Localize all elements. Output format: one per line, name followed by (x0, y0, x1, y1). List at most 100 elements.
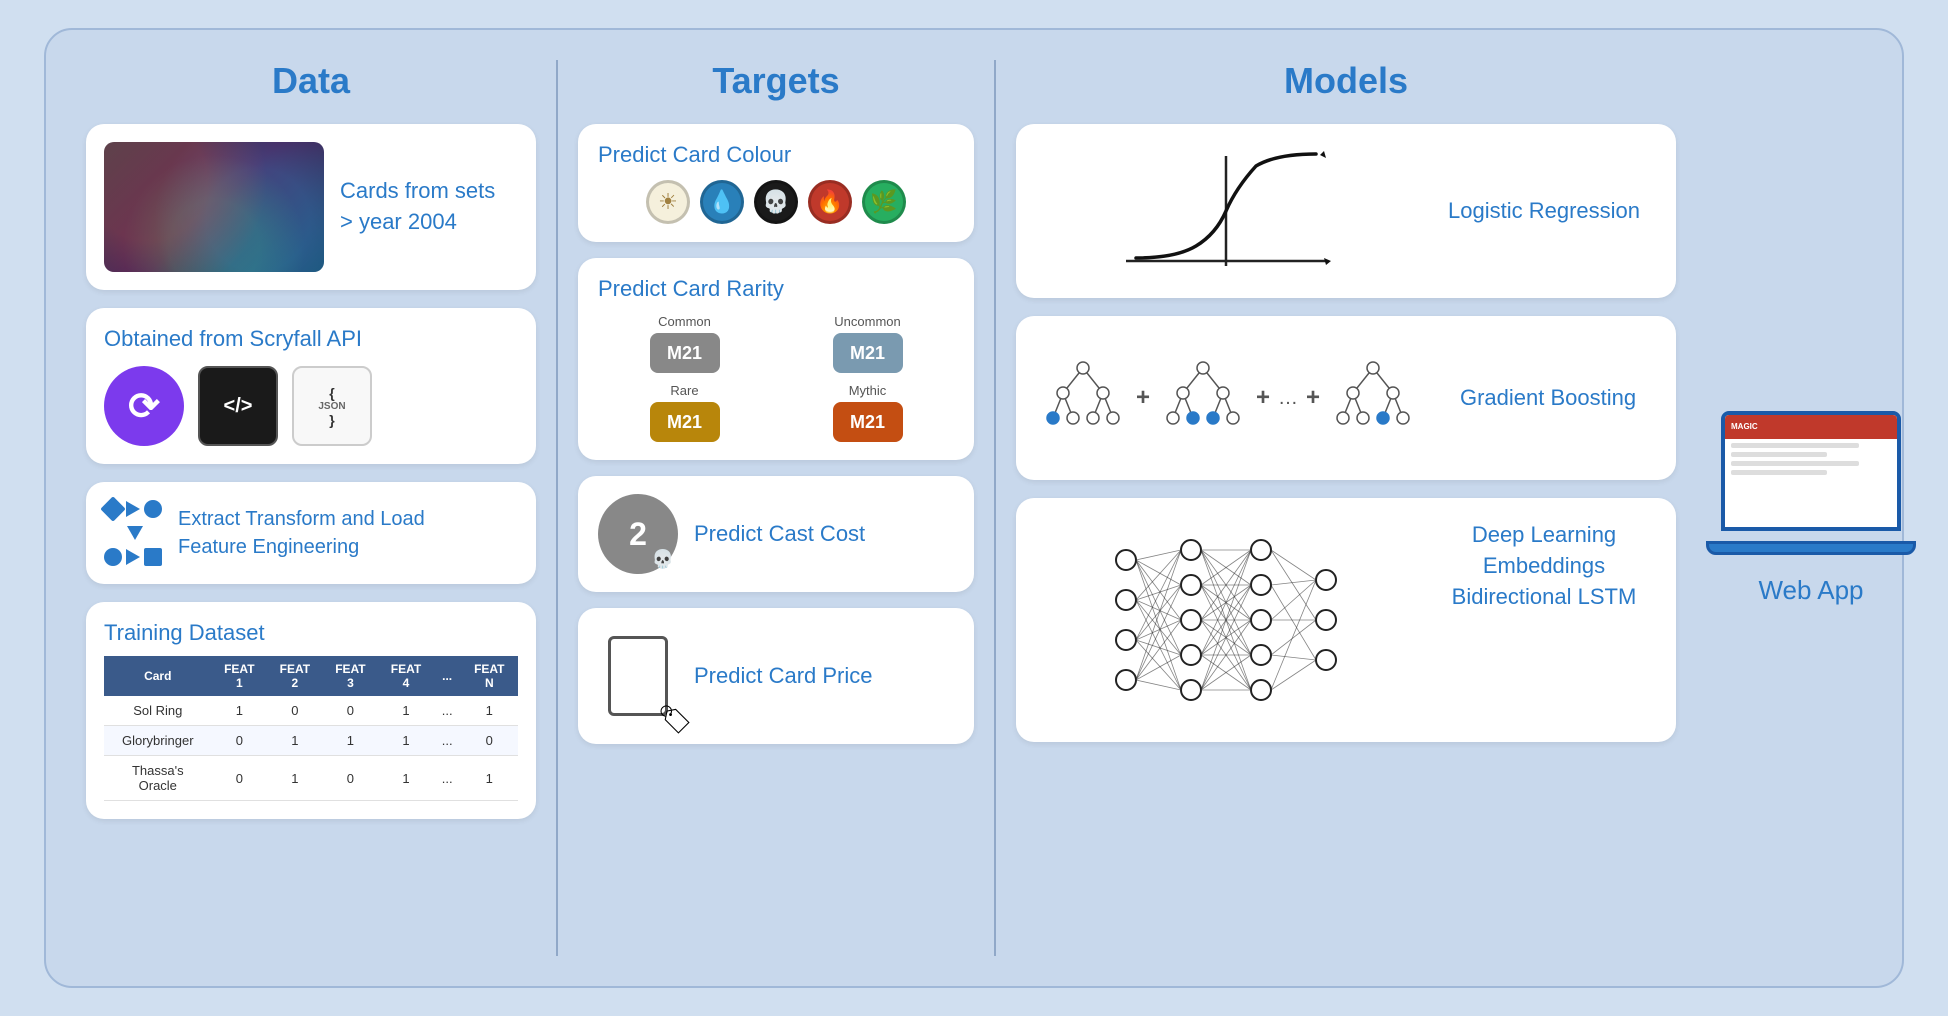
predict-cast-cost-title: Predict Cast Cost (694, 521, 865, 547)
screen-line-2 (1731, 452, 1827, 457)
gradient-boosting-visual: + (1038, 338, 1418, 458)
json-icon: { JSON } (292, 366, 372, 446)
table-row: Sol Ring 1 0 0 1 ... 1 (104, 696, 518, 726)
deep-learning-card: Deep LearningEmbeddingsBidirectional LST… (1016, 498, 1676, 742)
predict-price-card: 🏷 Predict Card Price (578, 608, 974, 744)
scryfall-icon: ⟳ (104, 366, 184, 446)
screen-inner: MAGIC (1725, 415, 1897, 527)
cell-fn: 1 (461, 756, 518, 801)
cell-dots: ... (434, 726, 461, 756)
cards-image (104, 142, 324, 272)
mana-white-icon: ☀ (646, 180, 690, 224)
etl-diamond-1 (100, 496, 125, 521)
predict-price-title: Predict Card Price (694, 663, 873, 689)
cell-card: Thassa's Oracle (104, 756, 212, 801)
targets-column: Targets Predict Card Colour ☀ 💧 💀 🔥 🌿 Pr… (556, 60, 996, 956)
screen-header: MAGIC (1725, 415, 1897, 439)
cell-card: Glorybringer (104, 726, 212, 756)
cell-f2: 1 (267, 726, 323, 756)
plus-3: + (1306, 384, 1320, 412)
deep-learning-label: Deep LearningEmbeddingsBidirectional LST… (1434, 520, 1654, 612)
table-header-row: Card FEAT 1 FEAT 2 FEAT 3 FEAT 4 ... FEA… (104, 656, 518, 696)
cell-fn: 0 (461, 726, 518, 756)
predict-rarity-title: Predict Card Rarity (598, 276, 954, 302)
logistic-label: Logistic Regression (1434, 198, 1654, 224)
price-icon: 🏷 (598, 626, 678, 726)
mana-red-icon: 🔥 (808, 180, 852, 224)
training-dataset-card: Training Dataset Card FEAT 1 FEAT 2 FEAT… (86, 602, 536, 819)
etl-square (144, 548, 162, 566)
cell-dots: ... (434, 756, 461, 801)
col-card: Card (104, 656, 212, 696)
cell-f3: 1 (323, 726, 379, 756)
col-feat1: FEAT 1 (212, 656, 268, 696)
predict-rarity-card: Predict Card Rarity Common M21 Uncommon … (578, 258, 974, 460)
cell-fn: 1 (461, 696, 518, 726)
rarity-mythic: Mythic M21 (781, 383, 954, 442)
predict-colour-card: Predict Card Colour ☀ 💧 💀 🔥 🌿 (578, 124, 974, 242)
rarity-uncommon-badge: M21 (833, 333, 903, 373)
screen-line-1 (1731, 443, 1859, 448)
rarity-common-label: Common (658, 314, 711, 329)
ellipsis-sign: … (1278, 387, 1298, 410)
etl-row-2 (104, 548, 162, 566)
plus-1: + (1136, 384, 1150, 412)
webapp-column: MAGIC Web App (1696, 60, 1926, 956)
cell-f3: 0 (323, 756, 379, 801)
plus-2: + (1256, 384, 1270, 412)
col-feat2: FEAT 2 (267, 656, 323, 696)
logistic-regression-card: Logistic Regression (1016, 124, 1676, 298)
gradient-boosting-label: Gradient Boosting (1438, 385, 1658, 411)
models-column: Models Logistic Regression (996, 60, 1696, 956)
rarity-mythic-badge: M21 (833, 402, 903, 442)
cast-cost-icon: 2 💀 (598, 494, 678, 574)
screen-line-4 (1731, 470, 1827, 475)
laptop-screen: MAGIC (1721, 411, 1901, 531)
data-header: Data (272, 60, 350, 102)
api-icons-row: ⟳ </> { JSON } (104, 366, 518, 446)
cast-cost-content: 2 💀 Predict Cast Cost (598, 494, 954, 574)
neural-network-svg (1096, 520, 1356, 720)
cell-f2: 0 (267, 696, 323, 726)
etl-circle (144, 500, 162, 518)
cell-card: Sol Ring (104, 696, 212, 726)
cards-image-inner (104, 142, 324, 272)
table-row: Glorybringer 0 1 1 1 ... 0 (104, 726, 518, 756)
screen-line-3 (1731, 461, 1859, 466)
cell-f2: 1 (267, 756, 323, 801)
mana-blue-icon: 💧 (700, 180, 744, 224)
mana-black-icon: 💀 (754, 180, 798, 224)
gradient-boosting-card: + (1016, 316, 1676, 480)
webapp-label: Web App (1758, 575, 1863, 606)
rarity-common: Common M21 (598, 314, 771, 373)
json-brace-top: { (329, 385, 334, 401)
laptop-base (1706, 541, 1916, 555)
tree1-svg (1038, 358, 1128, 438)
deep-learning-visual (1038, 520, 1414, 720)
table-row: Thassa's Oracle 0 1 0 1 ... 1 (104, 756, 518, 801)
etl-text: Extract Transform and LoadFeature Engine… (178, 505, 425, 561)
etl-arrow-down (127, 526, 143, 540)
cell-f4: 1 (378, 726, 434, 756)
logistic-svg (1116, 146, 1336, 276)
col-feat3: FEAT 3 (323, 656, 379, 696)
etl-arrow-right-1 (126, 501, 140, 517)
targets-header: Targets (712, 60, 839, 102)
col-feat4: FEAT 4 (378, 656, 434, 696)
webapp-laptop: MAGIC Web App (1706, 411, 1916, 606)
rarity-uncommon: Uncommon M21 (781, 314, 954, 373)
cell-f1: 0 (212, 756, 268, 801)
cards-from-sets-text: Cards from sets> year 2004 (340, 176, 495, 238)
rarity-mythic-label: Mythic (849, 383, 887, 398)
scryfall-api-card: Obtained from Scryfall API ⟳ </> { JSON … (86, 308, 536, 464)
gb-trees-row: + (1038, 358, 1418, 438)
etl-row-1 (104, 500, 162, 518)
rarity-rare: Rare M21 (598, 383, 771, 442)
tree3-svg (1328, 358, 1418, 438)
rarity-common-badge: M21 (650, 333, 720, 373)
cards-from-sets-card: Cards from sets> year 2004 (86, 124, 536, 290)
rarity-grid: Common M21 Uncommon M21 Rare M21 Mythic … (598, 314, 954, 442)
cell-f1: 0 (212, 726, 268, 756)
data-column: Data Cards from sets> year 2004 Obtained… (66, 60, 556, 956)
etl-circle-2 (104, 548, 122, 566)
